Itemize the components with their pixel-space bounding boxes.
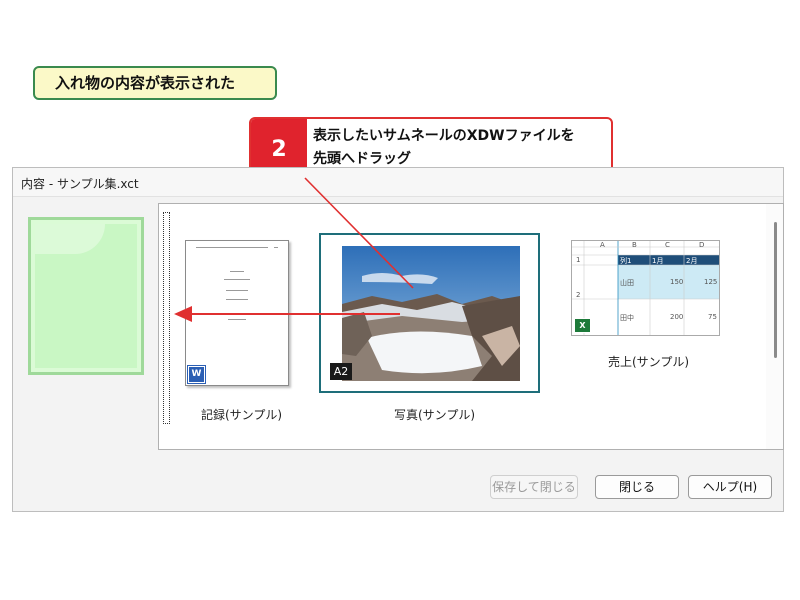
sheet-cell: 150: [670, 278, 684, 286]
vertical-scrollbar[interactable]: [766, 204, 783, 449]
sheet-col-letter: A: [600, 241, 605, 249]
sheet-col-letter: D: [699, 241, 705, 249]
scrollbar-thumb[interactable]: [774, 222, 777, 358]
sheet-header-cell: 2月: [686, 257, 698, 265]
doc-text-line: [226, 299, 248, 300]
sheet-cell: 125: [704, 278, 718, 286]
container-window: 内容 - サンプル集.xct W 記録(サンプル) A2 写真(サンプル) A …: [12, 167, 784, 512]
sheet-header-cell: 1月: [652, 257, 664, 265]
doc-text-line: [230, 271, 244, 272]
sheet-col-letter: B: [632, 241, 637, 249]
doc-text-line: [274, 247, 278, 248]
document-caption-sales[interactable]: 売上(サンプル): [608, 353, 689, 370]
title-bar[interactable]: 内容 - サンプル集.xct: [13, 168, 783, 197]
document-thumbnail-sales[interactable]: A B C D 列1 1月 2月 1 2 山田 150 125 田中 200 7…: [571, 240, 720, 336]
close-button[interactable]: 閉じる: [595, 475, 679, 499]
status-callout: 入れ物の内容が表示された: [33, 66, 277, 100]
document-caption-record[interactable]: 記録(サンプル): [201, 406, 282, 423]
doc-text-line: [226, 290, 248, 291]
window-title: 内容 - サンプル集.xct: [21, 177, 139, 191]
excel-file-icon: X: [574, 318, 591, 333]
sheet-cell: 75: [708, 313, 717, 321]
sheet-cell: 山田: [620, 279, 634, 287]
sheet-cell: 田中: [620, 314, 634, 322]
thumbnail-pane[interactable]: W 記録(サンプル) A2 写真(サンプル) A B C D 列1 1月 2月 …: [158, 203, 784, 450]
doc-text-line: [228, 319, 246, 320]
sheet-row-number: 1: [576, 256, 581, 264]
step-text-line1: 表示したいサムネールのXDWファイルを: [313, 128, 575, 144]
word-file-icon: W: [188, 366, 205, 383]
document-thumbnail-photo-selected[interactable]: A2: [319, 233, 540, 393]
document-caption-photo[interactable]: 写真(サンプル): [394, 406, 475, 423]
sheet-cell: 200: [670, 313, 684, 321]
help-button[interactable]: ヘルプ(H): [688, 475, 772, 499]
drop-position-marker: [163, 212, 170, 424]
sheet-header-cell: 列1: [620, 257, 632, 265]
container-preview-thumbnail[interactable]: [28, 217, 144, 375]
document-thumbnail-record[interactable]: W: [185, 240, 289, 386]
sheet-col-letter: C: [665, 241, 670, 249]
doc-text-line: [196, 247, 268, 248]
doc-text-line: [224, 279, 250, 280]
step-instruction: 表示したいサムネールのXDWファイルを 先頭へドラッグ: [313, 125, 603, 171]
photo-image: [342, 246, 520, 381]
sheet-row-number: 2: [576, 291, 581, 299]
save-close-button[interactable]: 保存して閉じる: [490, 475, 578, 499]
page-size-badge: A2: [330, 363, 352, 380]
